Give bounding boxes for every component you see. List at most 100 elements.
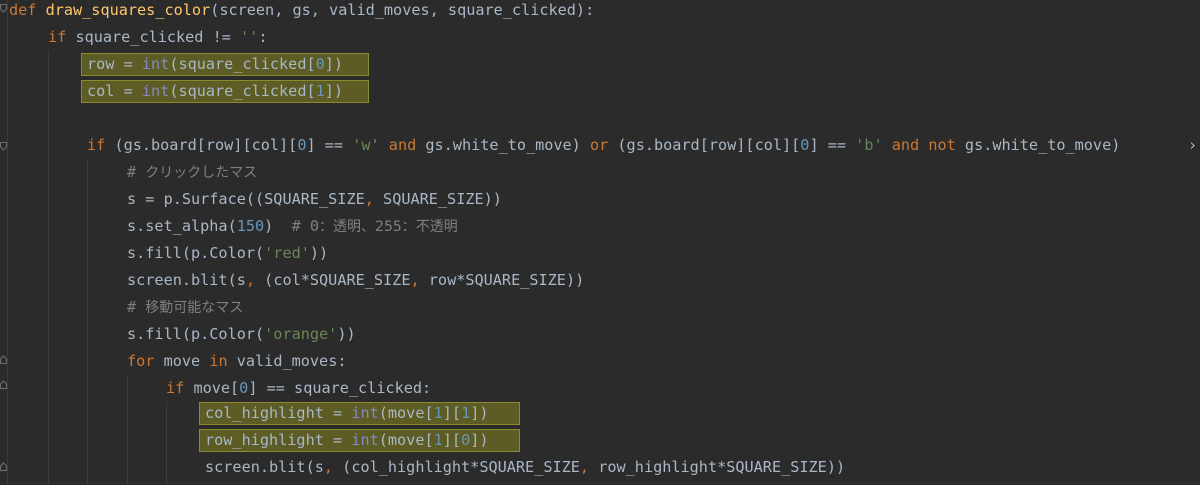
fold-marker-icon[interactable]	[0, 355, 7, 364]
code-text: ] ==	[809, 136, 856, 154]
keyword: if	[87, 136, 106, 154]
code-text: ))	[309, 244, 329, 262]
gutter-divider	[7, 0, 8, 485]
code-text: ])	[324, 82, 344, 100]
fold-marker-icon[interactable]	[0, 380, 7, 389]
code-text: col =	[87, 82, 142, 100]
code-text: (square_clicked[	[169, 82, 316, 100]
comma: ,	[364, 190, 374, 208]
code-text: (move[	[378, 431, 434, 449]
code-text: ])	[324, 55, 344, 73]
code-text: s = p.Surface((SQUARE_SIZE	[127, 190, 365, 208]
number-literal: 1	[433, 431, 443, 449]
code-text: (gs.board[row][col][	[105, 136, 298, 154]
code-line[interactable]: screen.blit(s, (col_highlight*SQUARE_SIZ…	[205, 454, 845, 481]
keyword: and	[388, 136, 417, 154]
string-literal: 'b'	[855, 136, 883, 154]
code-text: s.set_alpha(	[127, 217, 237, 235]
line-continuation-icon: ›	[1188, 136, 1198, 154]
comment: クリックしたマス	[145, 165, 258, 181]
builtin: int	[141, 55, 170, 73]
string-literal: 'w'	[352, 136, 380, 154]
code-editor[interactable]: def draw_squares_color(screen, gs, valid…	[0, 0, 1200, 485]
string-literal: 'red'	[264, 244, 310, 262]
fold-marker-icon[interactable]	[0, 142, 7, 151]
code-line[interactable]: s.fill(p.Color('orange'))	[127, 321, 356, 348]
builtin: int	[141, 82, 170, 100]
keyword: or	[589, 136, 609, 154]
code-text: row_highlight =	[205, 431, 352, 449]
number-literal: 1	[433, 404, 443, 422]
comma: ,	[245, 271, 256, 289]
code-text: gs.white_to_move)	[955, 136, 1121, 154]
fold-marker-icon[interactable]	[0, 4, 7, 13]
indent-guide	[166, 402, 167, 485]
keyword: and not	[891, 136, 956, 154]
code-text: ] ==	[306, 136, 353, 154]
code-text: s.fill(p.Color(	[127, 325, 265, 343]
code-line[interactable]: s = p.Surface((SQUARE_SIZE, SQUARE_SIZE)…	[127, 186, 502, 213]
number-literal: 1	[315, 82, 325, 100]
function-name: draw_squares_color	[45, 1, 211, 19]
code-text: SQUARE_SIZE))	[373, 190, 502, 208]
comment: 移動可能なマス	[145, 300, 244, 316]
code-text: row*SQUARE_SIZE))	[419, 271, 585, 289]
builtin: int	[351, 404, 379, 422]
number-literal: 0	[461, 431, 471, 449]
comma: ,	[579, 458, 590, 476]
code-line[interactable]: s.fill(p.Color('red'))	[127, 240, 328, 267]
code-text: move[	[184, 379, 240, 397]
code-line[interactable]: # 移動可能なマス	[127, 294, 243, 321]
builtin: int	[351, 431, 379, 449]
number-literal: 0	[315, 55, 325, 73]
code-line[interactable]: screen.blit(s, (col*SQUARE_SIZE, row*SQU…	[127, 267, 584, 294]
string-literal: 'orange'	[264, 325, 338, 343]
number-literal: 150	[236, 217, 265, 235]
code-text: move	[154, 352, 210, 370]
number-literal: 0	[239, 379, 249, 397]
code-line[interactable]: if square_clicked != '':	[48, 24, 267, 51]
code-text: (col_highlight*SQUARE_SIZE	[333, 458, 580, 476]
keyword: for	[127, 352, 155, 370]
code-line[interactable]: col = int(square_clicked[1])	[87, 78, 343, 105]
fold-marker-icon[interactable]	[0, 462, 7, 471]
code-text: (gs.board[row][col][	[608, 136, 801, 154]
code-text: valid_moves:	[227, 352, 347, 370]
comment: # 0	[291, 217, 320, 235]
indent-guide	[48, 50, 49, 485]
code-text: ][	[442, 431, 462, 449]
code-text: screen.blit(s	[205, 458, 324, 476]
comment: ：透明、255：不透明	[319, 219, 458, 235]
code-text: screen.blit(s	[127, 271, 246, 289]
code-text: row =	[87, 55, 142, 73]
code-text: (screen, gs, valid_moves, square_clicked…	[210, 1, 595, 19]
code-line[interactable]: s.set_alpha(150) # 0：透明、255：不透明	[127, 213, 458, 240]
keyword: in	[209, 352, 228, 370]
code-text: ))	[337, 325, 356, 343]
code-line[interactable]: col_highlight = int(move[1][1])	[205, 400, 489, 427]
indent-guide	[87, 160, 88, 485]
comma: ,	[323, 458, 334, 476]
code-text: :	[258, 28, 268, 46]
code-text: ] == square_clicked:	[248, 379, 432, 397]
code-text: (move[	[378, 404, 434, 422]
keyword: if	[48, 28, 67, 46]
comma: ,	[410, 271, 420, 289]
number-literal: 1	[461, 404, 471, 422]
code-line[interactable]: row = int(square_clicked[0])	[87, 51, 343, 78]
string-literal: ''	[240, 28, 259, 46]
code-line[interactable]: for move in valid_moves:	[127, 348, 346, 375]
code-text: (square_clicked[	[169, 55, 316, 73]
code-line[interactable]: def draw_squares_color(screen, gs, valid…	[9, 0, 594, 24]
keyword: if	[166, 379, 185, 397]
code-line[interactable]: if move[0] == square_clicked:	[166, 375, 431, 402]
code-line[interactable]: if (gs.board[row][col][0] == 'w' and gs.…	[87, 132, 1120, 159]
code-text: ])	[470, 431, 489, 449]
code-line[interactable]: row_highlight = int(move[1][0])	[205, 427, 489, 454]
code-line[interactable]: # クリックしたマス	[127, 159, 257, 186]
code-text: )	[264, 217, 292, 235]
code-text: square_clicked !=	[66, 28, 241, 46]
code-text: gs.white_to_move)	[416, 136, 590, 154]
keyword: def	[9, 1, 37, 19]
comment: #	[127, 163, 146, 181]
